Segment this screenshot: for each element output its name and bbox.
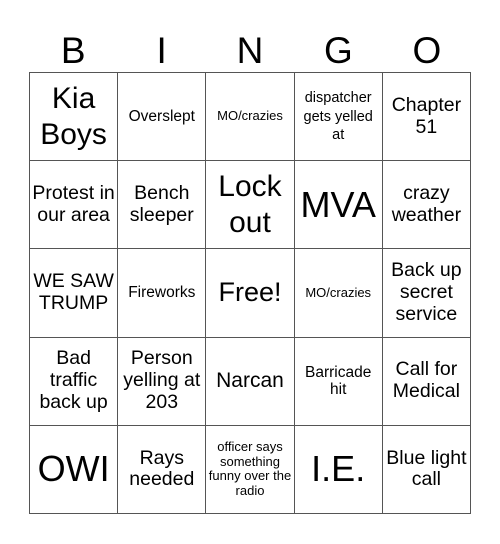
bingo-cell[interactable]: I.E. <box>294 425 383 514</box>
bingo-cell[interactable]: Back up secret service <box>382 249 471 338</box>
bingo-cell[interactable]: Lock out <box>206 161 295 250</box>
bingo-cell[interactable]: crazy weather <box>382 161 471 250</box>
bingo-cell[interactable]: Barricade hit <box>294 337 383 426</box>
bingo-cell[interactable]: MO/crazies <box>206 73 295 162</box>
bingo-grid: Kia Boys Overslept MO/crazies dispatcher… <box>29 72 471 514</box>
bingo-cell[interactable]: Blue light call <box>382 425 471 514</box>
bingo-cell[interactable]: officer says something funny over the ra… <box>206 425 295 514</box>
bingo-cell[interactable]: Chapter 51 <box>382 73 471 162</box>
bingo-cell[interactable]: MO/crazies <box>294 249 383 338</box>
bingo-cell[interactable]: Overslept <box>118 73 207 162</box>
bingo-cell[interactable]: Rays needed <box>118 425 207 514</box>
bingo-header: B I N G O <box>29 30 471 72</box>
header-letter-b: B <box>60 30 86 71</box>
free-space-cell[interactable]: Free! <box>206 249 295 338</box>
header-letter-g: G <box>324 30 353 71</box>
bingo-cell[interactable]: Fireworks <box>118 249 207 338</box>
bingo-cell[interactable]: Narcan <box>206 337 295 426</box>
bingo-cell[interactable]: WE SAW TRUMP <box>30 249 119 338</box>
bingo-cell[interactable]: Bench sleeper <box>118 161 207 250</box>
header-letter-i: I <box>156 30 167 71</box>
bingo-cell[interactable]: Call for Medical <box>382 337 471 426</box>
header-letter-o: O <box>412 30 442 71</box>
bingo-cell[interactable]: Kia Boys <box>30 73 119 162</box>
bingo-cell[interactable]: dispatcher gets yelled at <box>294 73 383 162</box>
bingo-cell[interactable]: Person yelling at 203 <box>118 337 207 426</box>
bingo-cell[interactable]: MVA <box>294 161 383 250</box>
bingo-cell[interactable]: Protest in our area <box>30 161 119 250</box>
header-letter-n: N <box>236 30 264 71</box>
bingo-cell[interactable]: OWI <box>30 425 119 514</box>
bingo-cell[interactable]: Bad traffic back up <box>30 337 119 426</box>
